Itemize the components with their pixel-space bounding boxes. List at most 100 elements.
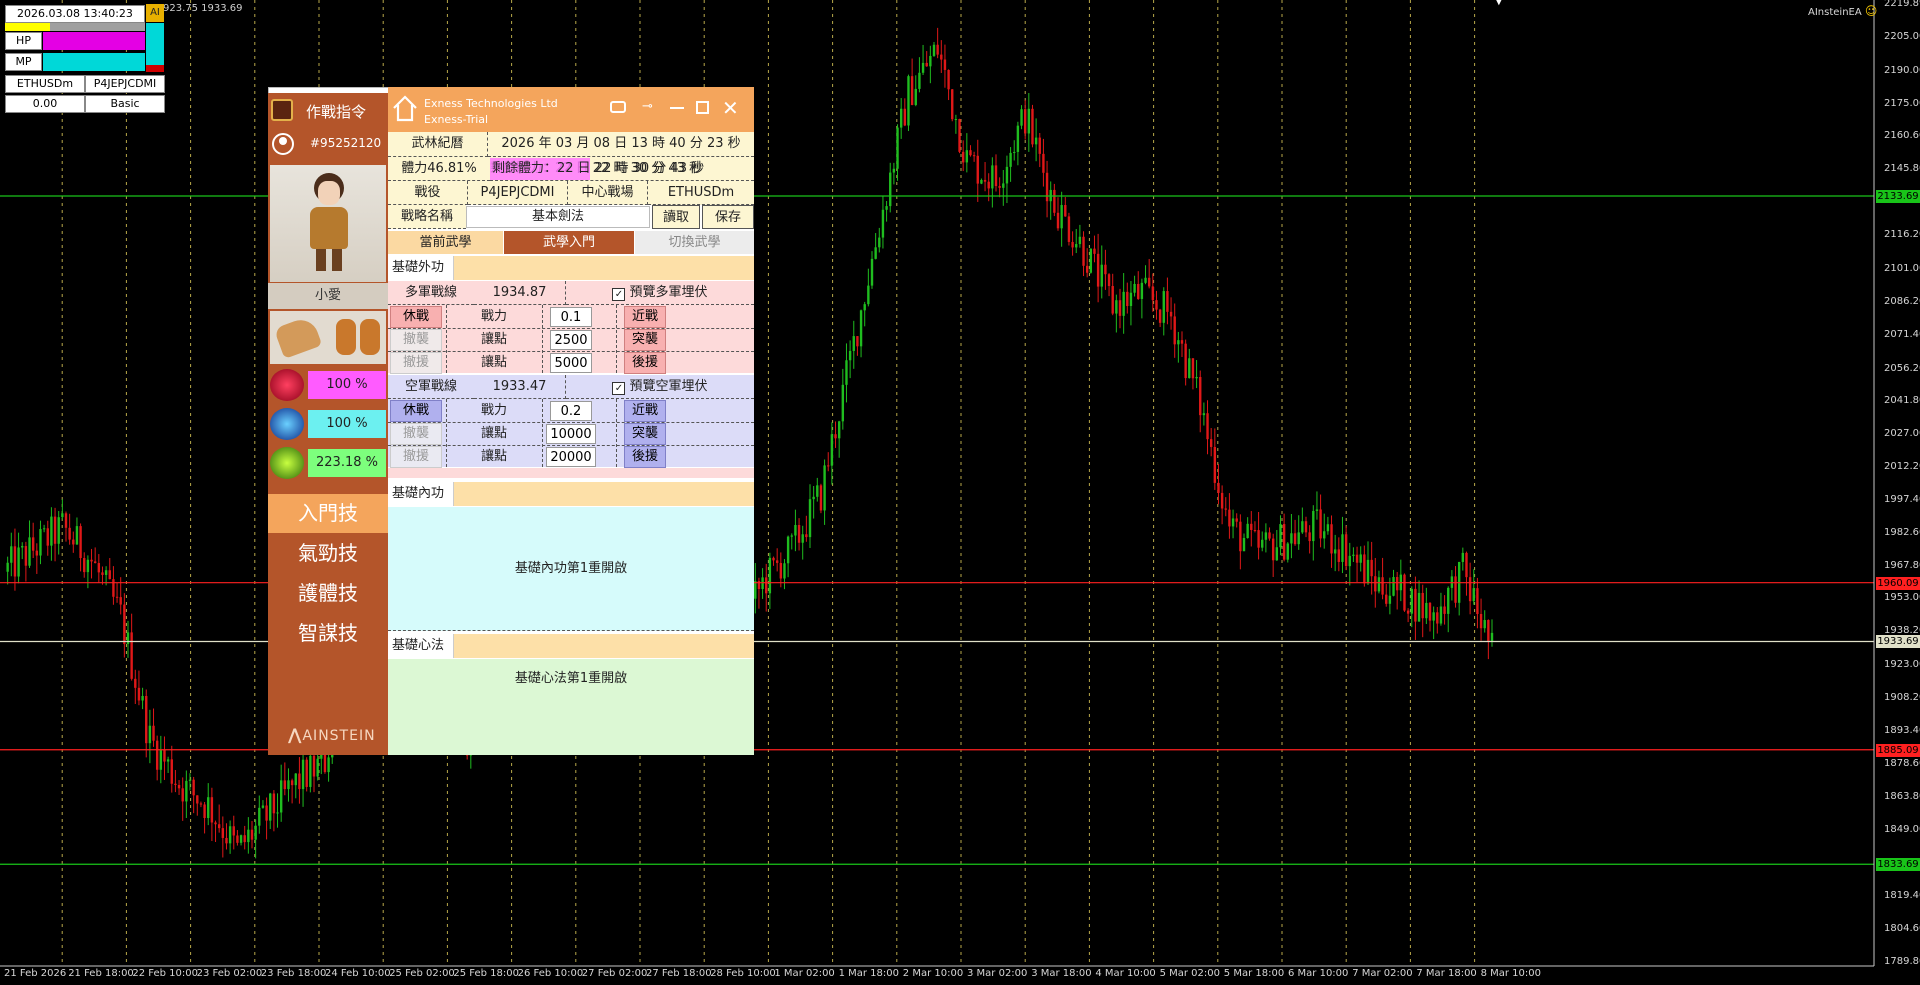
short-grid-line-5 [388, 445, 754, 446]
candle-body [786, 536, 790, 564]
long-withdraw2-button[interactable]: 撤援 [390, 352, 442, 374]
candle-body [848, 350, 852, 361]
candle-body [1271, 538, 1275, 561]
menu-defense-skills[interactable]: 護體技 [268, 574, 388, 613]
short-raid-button[interactable]: 突襲 [624, 423, 666, 445]
account-id: #95252120 [310, 136, 382, 150]
read-button[interactable]: 讀取 [652, 205, 700, 229]
candle-body [177, 784, 181, 789]
candle-body [892, 168, 896, 173]
price-axis-label: 2056.20 [1884, 362, 1920, 374]
candle-body [294, 773, 297, 786]
candle-body [1268, 532, 1271, 539]
long-withdraw-button[interactable]: 撤襲 [390, 329, 442, 351]
window-titlebar[interactable]: Exness Technologies Ltd Exness-Trial ⊸ ✕ [388, 87, 754, 132]
emblem-icon [271, 99, 293, 121]
ohlc-readout: 923.75 1933.69 [163, 3, 243, 14]
close-icon[interactable]: ✕ [722, 96, 739, 120]
mp-percent: 100 % [308, 410, 386, 438]
candle-body [958, 119, 961, 152]
section-internal-message: 基礎內功第1重開啟 [388, 507, 754, 631]
save-button[interactable]: 保存 [702, 205, 754, 229]
time-axis-label: 21 Feb 18:00 [68, 968, 134, 979]
short-withdraw-button[interactable]: 撤襲 [390, 423, 442, 445]
ai-badge[interactable]: AI [146, 4, 164, 22]
short-preview-checkbox[interactable]: ✓ 預覽空軍埋伏 [566, 375, 754, 399]
short-yield1-input[interactable]: 10000 [546, 424, 596, 444]
tab-switch[interactable]: 切換武學 [635, 231, 754, 254]
long-raid-button[interactable]: 突襲 [624, 329, 666, 351]
candle-body [35, 550, 39, 556]
short-power-input[interactable]: 0.2 [550, 401, 592, 421]
candle-body [768, 557, 772, 594]
time-axis-label: 27 Feb 18:00 [646, 968, 712, 979]
candle-body [1359, 554, 1362, 563]
candle-body [137, 687, 141, 701]
menu-strategy-skills[interactable]: 智謀技 [268, 614, 388, 653]
candle-body [1144, 277, 1147, 283]
candle-body [1264, 532, 1268, 540]
candle-body [1228, 509, 1231, 527]
candle-body [1443, 606, 1446, 614]
menu-basic-skills[interactable]: 入門技 [268, 494, 388, 533]
candle-body [1250, 523, 1253, 530]
menu-qi-skills[interactable]: 氣勁技 [268, 534, 388, 573]
minimize-icon[interactable] [670, 107, 684, 109]
long-yield2-input[interactable]: 5000 [550, 353, 592, 373]
candle-body [1155, 300, 1158, 310]
candle-body [97, 563, 101, 573]
candle-body [1137, 283, 1140, 299]
candle-body [819, 485, 823, 511]
long-melee-button[interactable]: 近戰 [624, 306, 666, 328]
candle-body [1381, 577, 1384, 595]
short-yield2-input[interactable]: 20000 [546, 447, 596, 467]
smiley-icon: ☺ [1864, 4, 1878, 18]
short-withdraw2-button[interactable]: 撤援 [390, 446, 442, 468]
symbol-box: ETHUSDm [5, 75, 85, 93]
strategy-name-input[interactable]: 基本劍法 [466, 206, 650, 228]
long-power-input[interactable]: 0.1 [550, 307, 592, 327]
gloves-icon [270, 311, 386, 364]
candle-body [134, 678, 137, 688]
candle-body [1403, 574, 1406, 611]
candle-body [1089, 248, 1093, 273]
pin-icon[interactable]: ⊸ [642, 99, 653, 114]
home-icon[interactable] [392, 93, 418, 123]
short-melee-button[interactable]: 近戰 [624, 400, 666, 422]
short-support-button[interactable]: 後援 [624, 446, 666, 468]
candle-body [1315, 509, 1319, 511]
candle-body [994, 165, 998, 187]
candle-body [1242, 538, 1246, 552]
tab-current[interactable]: 當前武學 [388, 231, 503, 254]
candle-body [1016, 125, 1020, 152]
long-support-button[interactable]: 後援 [624, 352, 666, 374]
long-rest-button[interactable]: 休戰 [390, 306, 442, 328]
heart-icon [270, 369, 304, 401]
candle-body [192, 779, 195, 796]
candle-body [159, 749, 163, 770]
long-yield1-input[interactable]: 2500 [550, 330, 592, 350]
price-axis-label: 1789.80 [1884, 956, 1920, 967]
long-preview-checkbox[interactable]: ✓ 預覽多軍埋伏 [566, 281, 754, 305]
candle-body [1202, 413, 1206, 416]
candle-body [921, 62, 925, 73]
price-axis-label: 2190.00 [1884, 64, 1920, 76]
strategy-label: 戰略名稱 [388, 205, 466, 229]
candle-body [1020, 109, 1023, 126]
section-separator [388, 468, 754, 478]
tab-intro[interactable]: 武學入門 [504, 231, 634, 254]
candle-body [951, 89, 954, 120]
candle-body [1279, 524, 1282, 548]
candle-body [1213, 446, 1217, 483]
camera-icon[interactable] [610, 101, 626, 113]
candle-body [1133, 283, 1136, 293]
character-portrait [270, 165, 386, 282]
candle-body [1257, 530, 1260, 548]
candle-body [214, 822, 217, 825]
candle-body [1348, 555, 1351, 567]
candle-body [1235, 518, 1238, 522]
maximize-icon[interactable] [696, 101, 709, 114]
value-box: 0.00 [5, 95, 85, 113]
candle-body [1439, 606, 1443, 624]
short-rest-button[interactable]: 休戰 [390, 400, 442, 422]
